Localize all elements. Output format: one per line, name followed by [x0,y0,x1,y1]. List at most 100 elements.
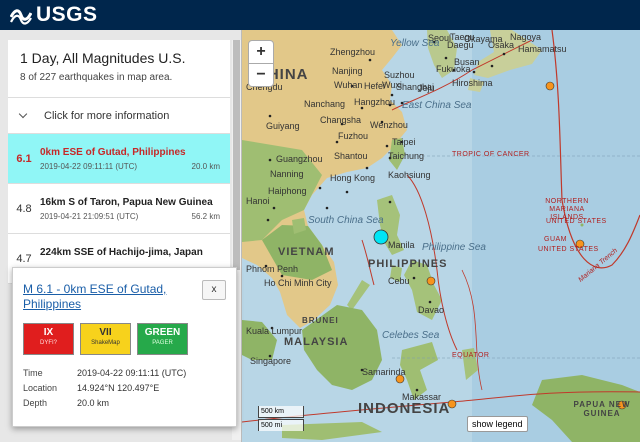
detail-value: 14.924°N 120.497°E [77,383,160,393]
city-label: Hiroshima [452,78,493,88]
country-label: MALAYSIA [284,336,349,348]
sea-label: Yellow Sea [390,38,440,49]
chevron-down-icon [18,109,28,118]
zoom-out-button[interactable]: − [248,63,274,87]
popup-title-link[interactable]: M 6.1 - 0km ESE of Gutad, Philippines [23,282,183,312]
territory-label: UNITED STATES [546,218,607,225]
detail-row-time: Time 2019-04-22 09:11:11 (UTC) [23,368,186,383]
show-legend-button[interactable]: show legend [467,416,528,432]
city-label: Phnom Penh [246,264,299,274]
shakemap-badge[interactable]: VII ShakeMap [80,323,131,355]
list-title: 1 Day, All Magnitudes U.S. [20,50,186,66]
territory-label: UNITED STATES [538,246,599,253]
city-label: Ho Chi Minh City [264,278,332,288]
earthquake-list-panel: 1 Day, All Magnitudes U.S. 8 of 227 eart… [8,40,230,284]
map-view[interactable]: Zhengzhou Nanjing Hefei Wuhan Wuxi Suzho… [242,30,640,442]
city-label: Nanchang [304,99,346,109]
city-label: Kuala Lumpur [246,326,303,336]
pager-label: PAGER [152,340,173,346]
popup-details: Time 2019-04-22 09:11:11 (UTC) Location … [23,368,186,413]
detail-value: 2019-04-22 09:11:11 (UTC) [77,368,187,378]
more-info-toggle[interactable]: Click for more information [8,98,230,134]
quake-place: 16km S of Taron, Papua New Guinea [40,197,213,208]
quake-marker-selected [373,229,389,245]
city-label: Wuhan [334,80,363,90]
city-label: Nanjing [332,66,363,76]
city-label: Suzhou [384,70,415,80]
detail-key: Location [23,383,58,393]
dyfi-badge[interactable]: IX DYFI? [23,323,74,355]
quake-time: 2019-04-21 21:09:51 (UTC) [40,212,139,221]
city-label: Taipei [392,137,416,147]
city-label: Zhengzhou [330,47,376,57]
usgs-logo-text[interactable]: USGS [36,3,98,27]
city-label: Guiyang [266,121,300,131]
earthquake-popup: M 6.1 - 0km ESE of Gutad, Philippines x … [12,267,237,427]
territory-label: GUAM [544,236,567,243]
sea-label: East China Sea [402,100,472,111]
sea-label: Celebes Sea [382,330,440,341]
city-label: Samarinda [362,367,406,377]
earthquake-list-item[interactable]: 4.8 16km S of Taron, Papua New Guinea 20… [8,184,230,234]
quake-place: 0km ESE of Gutad, Philippines [40,147,186,158]
more-info-label: Click for more information [44,109,170,122]
quake-depth: 56.2 km [191,212,220,221]
city-label: Nanning [270,169,304,179]
city-label: Davao [418,305,445,315]
sidebar-scrollbar-thumb[interactable] [233,40,240,270]
header-bar: USGS [0,0,640,30]
city-label: Hangzhou [354,97,396,107]
pager-value: GREEN [144,327,181,338]
dyfi-label: DYFI? [39,340,57,346]
quake-magnitude: 4.8 [16,203,32,215]
detail-key: Time [23,368,43,378]
impact-badges: IX DYFI? VII ShakeMap GREEN PAGER [23,323,188,355]
city-label: Hanoi [246,196,270,206]
city-label: Kaohsiung [388,170,431,180]
city-label: Shantou [334,151,368,161]
city-label: Wenzhou [370,120,408,130]
city-label: Nagoya [510,32,542,42]
shakemap-label: ShakeMap [91,340,120,346]
pager-badge[interactable]: GREEN PAGER [137,323,188,355]
dyfi-value: IX [43,327,54,338]
city-label: Hong Kong [330,173,376,183]
detail-value: 20.0 km [77,398,110,408]
country-label: PAPUA NEW GUINEA [573,400,631,418]
country-label: BRUNEI [302,316,339,325]
detail-row-depth: Depth 20.0 km [23,398,186,413]
city-label: Haiphong [268,186,307,196]
detail-row-location: Location 14.924°N 120.497°E [23,383,186,398]
scale-bar-km: 500 km [258,406,304,418]
usgs-logo-icon [10,9,32,25]
quake-time: 2019-04-22 09:11:11 (UTC) [40,162,138,171]
city-label: Taegu [450,32,475,42]
app-window: USGS Zhengzhou Nanjing Hefei Wuhan Wuxi … [0,0,640,442]
country-label: VIETNAM [278,246,335,258]
detail-key: Depth [23,398,48,408]
earthquake-list-item-selected[interactable]: 6.1 0km ESE of Gutad, Philippines 2019-0… [8,134,230,184]
city-label: Taichung [388,151,425,161]
city-label: Fuzhou [338,131,369,141]
list-count: 8 of 227 earthquakes in map area. [8,68,230,98]
shakemap-value: VII [99,327,112,338]
quake-place: 224km SSE of Hachijo-jima, Japan [40,247,203,258]
sea-label: South China Sea [308,215,384,226]
map-base [242,30,640,442]
sea-label: Philippine Sea [422,242,486,253]
scale-bar-mi: 500 mi [258,419,304,431]
equator-label: EQUATOR [452,352,490,359]
zoom-in-button[interactable]: + [248,40,274,64]
city-label: Cebu [388,276,410,286]
city-label: Hamamatsu [518,44,567,54]
city-label: Singapore [250,356,292,366]
quake-magnitude: 6.1 [16,153,32,165]
city-label: Guangzhou [276,154,323,164]
city-label: Changsha [320,115,362,125]
quake-depth: 20.0 km [191,162,220,171]
country-label: INDONESIA [358,400,451,417]
city-label: Jeju [418,83,435,93]
city-label: Manila [388,240,415,250]
popup-close-button[interactable]: x [202,280,226,300]
city-label: Fukuoka [436,64,471,74]
